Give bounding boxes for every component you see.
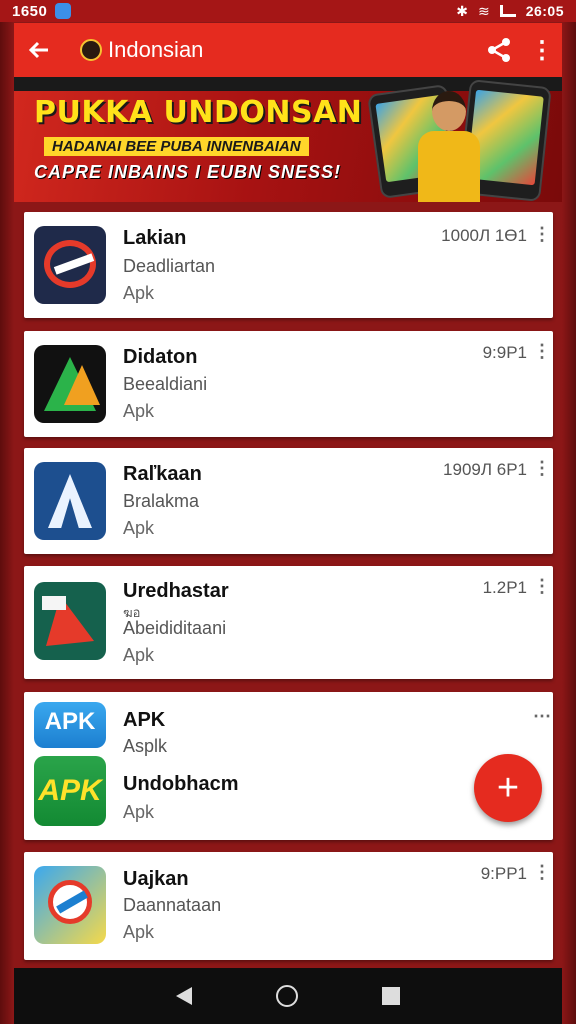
app-name: Uredhastar	[123, 580, 229, 602]
nav-back-icon[interactable]	[176, 987, 192, 1005]
notification-app-icon	[55, 3, 72, 19]
app-name: Lakian	[123, 227, 187, 249]
share-icon[interactable]	[476, 23, 522, 77]
app-type: Apk	[123, 283, 155, 303]
list-item[interactable]: Lakian Deadliartan Apk 1000Л 1Ө1 ⋮	[24, 212, 553, 318]
status-bar: 1650 ✱ ≋ 26:05	[0, 0, 576, 22]
more-vert-icon[interactable]: ⋮	[533, 341, 551, 362]
app-meta: 9:PP1	[480, 864, 527, 883]
add-button[interactable]: +	[474, 754, 542, 822]
app-bar: Indonsian ⋮	[14, 23, 562, 77]
app-icon	[34, 866, 106, 944]
app-meta: 1.2P1	[482, 578, 527, 597]
banner-headline: PUKKA UNDONSAN	[34, 95, 363, 130]
banner-subline: CAPRE INBAINS I EUBN SNESS!	[34, 162, 342, 182]
system-nav-bar	[14, 968, 562, 1024]
more-vert-icon[interactable]: ⋮	[533, 862, 551, 883]
app-icon	[34, 226, 106, 304]
app-name: Raľkaan	[123, 463, 202, 485]
app-icon	[34, 345, 106, 423]
app-developer: Deadliartan	[123, 256, 216, 276]
more-vert-icon[interactable]: ⋮	[533, 224, 551, 245]
app-type: Apk	[123, 645, 155, 665]
status-time-left: 1650	[12, 2, 48, 20]
app-meta: 1000Л 1Ө1	[441, 226, 527, 245]
app-type: Apk	[123, 518, 155, 538]
app-title: Indonsian	[108, 37, 204, 62]
phone-screen: 1650 ✱ ≋ 26:05 Indonsian ⋮ PUKKA UNDONSA…	[0, 0, 576, 1024]
app-developer: Daannataan	[123, 895, 222, 915]
signal-icon	[499, 5, 516, 17]
app-type: Apk	[123, 802, 155, 822]
app-developer: Asplk	[123, 736, 168, 756]
apk-icon-label: APK	[44, 708, 96, 735]
banner-tagline: HADANAI BEE PUBA INNENBAIAN	[44, 137, 309, 156]
nav-recents-icon[interactable]	[382, 987, 400, 1005]
app-icon	[34, 462, 106, 540]
more-vert-icon[interactable]: ⋮	[533, 458, 551, 479]
app-type: Apk	[123, 922, 155, 942]
app-icon	[34, 582, 106, 660]
app-meta: 1909Л 6P1	[443, 460, 527, 479]
app-name: Uajkan	[123, 868, 189, 890]
bluetooth-icon: ✱	[456, 2, 468, 19]
app-type: Apk	[123, 401, 155, 421]
apk-icon: APK	[34, 756, 106, 826]
banner-person-illustration	[414, 87, 484, 202]
list-item[interactable]: Uajkan Daannataan Apk 9:PP1 ⋮	[24, 852, 553, 960]
list-item[interactable]: Didaton Beealdiani Apk 9:9P1 ⋮	[24, 331, 553, 437]
app-developer: Beealdiani	[123, 374, 208, 394]
more-vert-icon[interactable]: ⋮	[522, 23, 562, 77]
app-logo	[80, 39, 102, 61]
more-horiz-icon[interactable]: ⋯	[533, 706, 551, 727]
status-right: ✱ ≋ 26:05	[456, 3, 564, 20]
app-name: APK	[123, 709, 166, 731]
arrow-left-icon[interactable]	[14, 23, 64, 77]
app-name: Undobhacm	[123, 773, 239, 795]
status-time-right: 26:05	[525, 3, 564, 19]
app-developer: Abeididitaani	[123, 618, 227, 638]
apk-icon-label: APK	[38, 774, 102, 807]
list-item[interactable]: Uredhastar ฆอ Abeididitaani Apk 1.2P1 ⋮	[24, 566, 553, 679]
wifi-icon: ≋	[477, 2, 490, 19]
nav-home-icon[interactable]	[276, 985, 298, 1007]
list-item[interactable]: APK APK APK Asplk Undobhacm Apk ⋯	[24, 692, 553, 840]
app-name: Didaton	[123, 346, 198, 368]
promo-banner[interactable]: PUKKA UNDONSAN HADANAI BEE PUBA INNENBAI…	[14, 77, 562, 202]
app-developer: Bralakma	[123, 491, 200, 511]
list-item[interactable]: Raľkaan Bralakma Apk 1909Л 6P1 ⋮	[24, 448, 553, 554]
app-meta: 9:9P1	[482, 343, 527, 362]
apk-icon: APK	[34, 702, 106, 748]
more-vert-icon[interactable]: ⋮	[533, 576, 551, 597]
